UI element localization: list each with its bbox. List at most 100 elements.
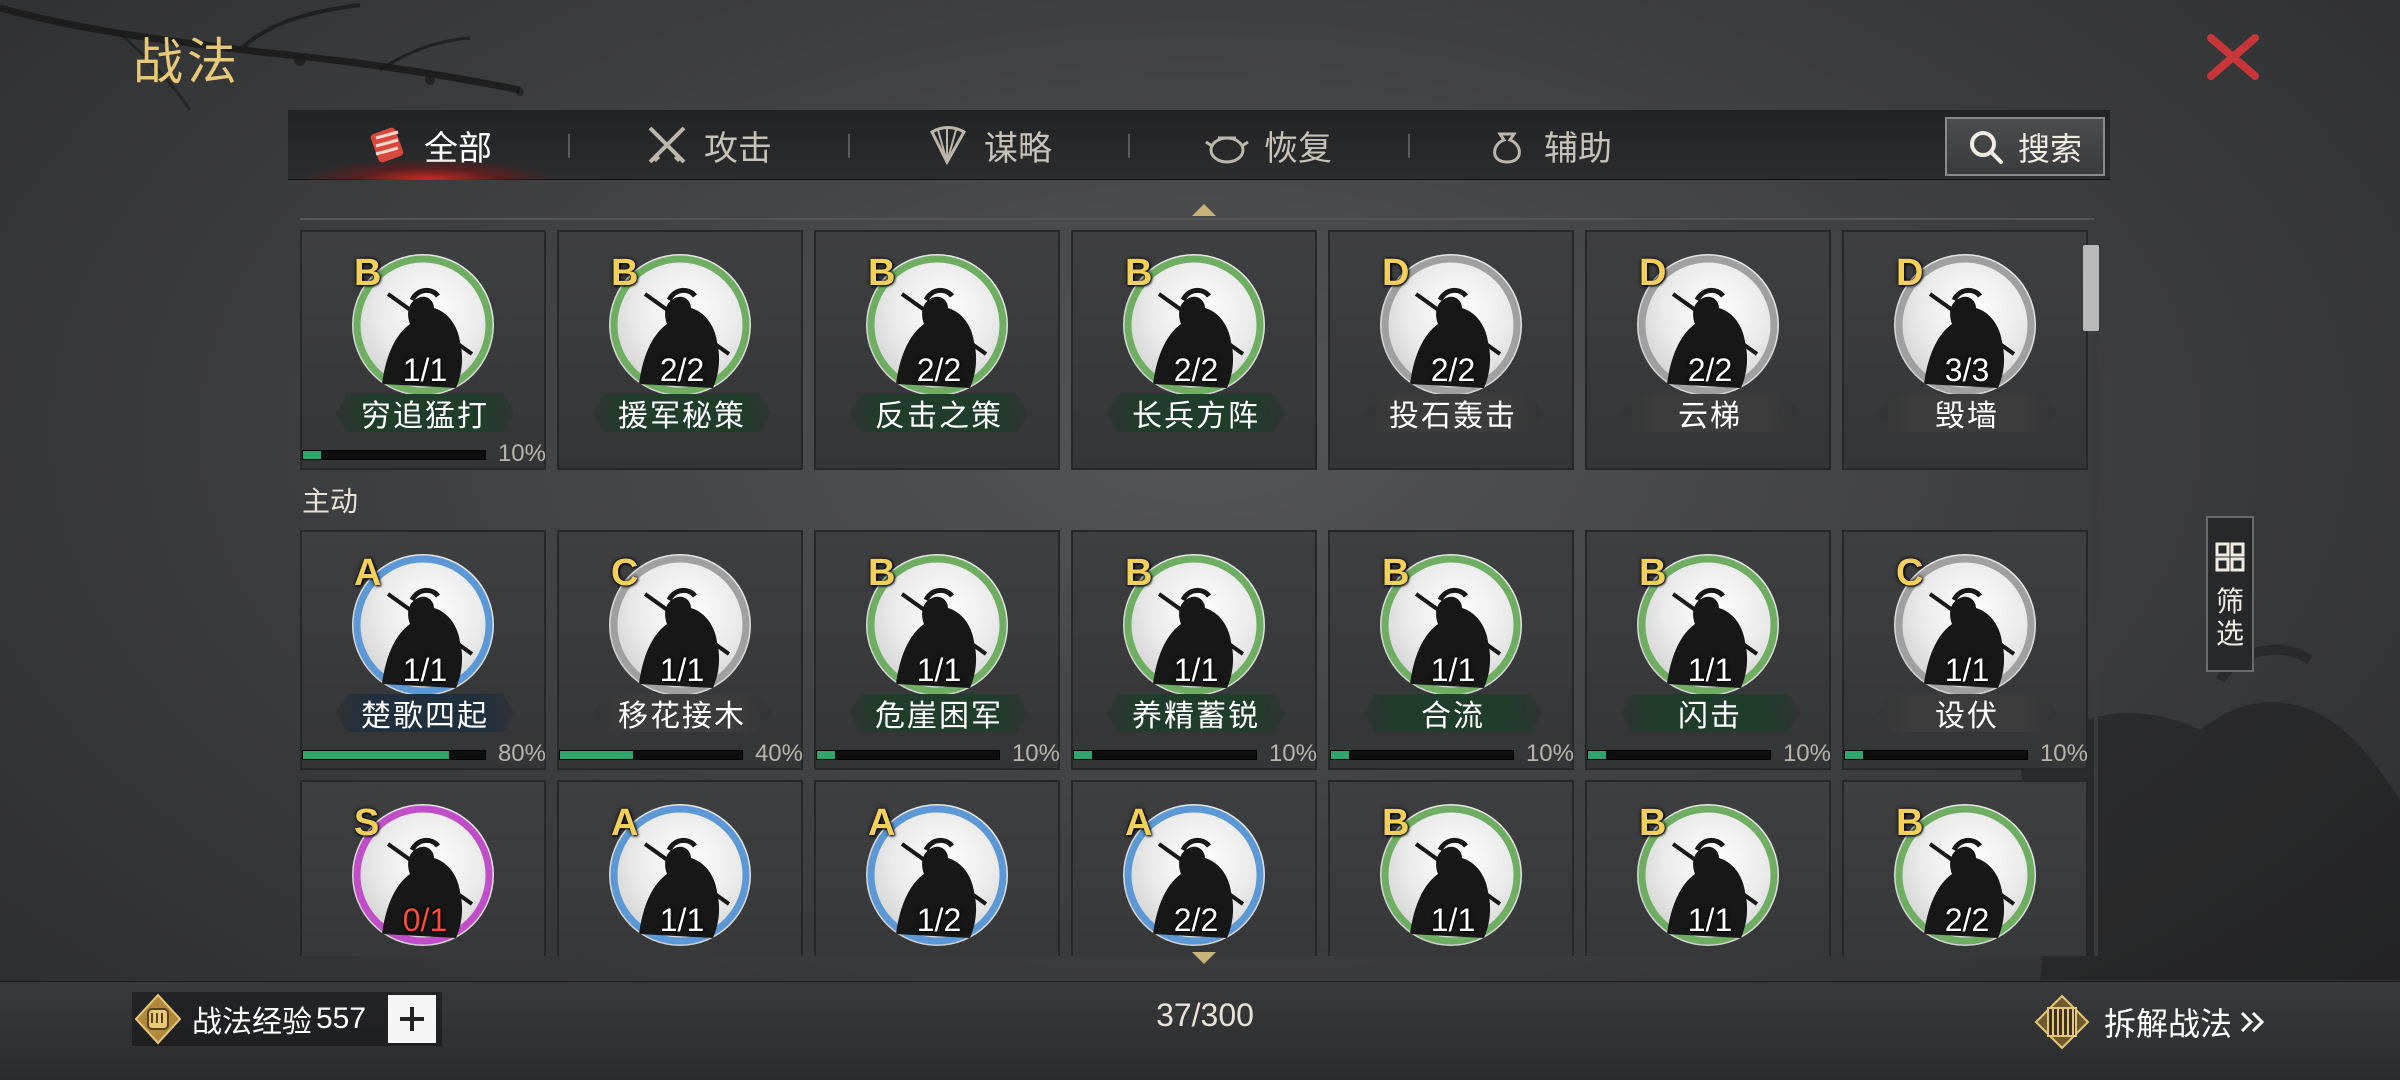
tab-recovery[interactable]: 恢复 xyxy=(1128,110,1408,180)
skill-progress-fill xyxy=(1074,751,1093,759)
skill-grade: B xyxy=(1639,552,1667,594)
skill-grade: B xyxy=(611,252,639,294)
skill-name: 反击之策 xyxy=(850,394,1028,432)
skill-card[interactable]: B 2/2 xyxy=(1842,780,2088,956)
grid-filter-icon xyxy=(2215,542,2245,572)
pouch-icon xyxy=(1493,132,1521,164)
skill-count: 3/3 xyxy=(1944,352,1990,388)
skill-card[interactable]: B 2/2 反击之策 xyxy=(814,230,1060,470)
skill-progress-bar xyxy=(302,450,486,460)
skill-progress-bar xyxy=(816,750,1000,760)
skill-grade: B xyxy=(1382,552,1410,594)
skill-grade: A xyxy=(611,802,639,844)
skill-card[interactable]: A 2/2 xyxy=(1071,780,1317,956)
skill-card[interactable]: C 1/1 移花接木 40% xyxy=(557,530,803,770)
skill-grade: D xyxy=(1639,252,1667,294)
skill-count: 2/2 xyxy=(659,352,705,388)
skill-name: 长兵方阵 xyxy=(1107,394,1285,432)
search-button[interactable]: 搜索 xyxy=(1945,117,2105,176)
skill-card[interactable]: B 2/2 援军秘策 xyxy=(557,230,803,470)
skill-name: 穷追猛打 xyxy=(336,394,514,432)
skill-name: 援军秘策 xyxy=(593,394,771,432)
skill-progress-percent: 80% xyxy=(497,740,546,767)
skill-progress-bar xyxy=(302,750,486,760)
skill-progress-bar xyxy=(1330,750,1514,760)
add-exp-button[interactable] xyxy=(388,995,437,1043)
exp-label: 战法经验 xyxy=(192,1005,312,1040)
tab-all[interactable]: 全部 xyxy=(288,110,568,180)
crossed-swords-icon xyxy=(648,126,686,164)
skill-card[interactable]: B 1/1 xyxy=(1328,780,1574,956)
close-button[interactable] xyxy=(2200,28,2266,86)
skill-card[interactable]: A 1/1 楚歌四起 80% xyxy=(300,530,546,770)
skill-card[interactable]: B 1/1 合流 10% xyxy=(1328,530,1574,770)
skill-progress-fill xyxy=(1331,751,1350,759)
skill-grade: C xyxy=(611,552,639,594)
skill-card[interactable]: B 2/2 长兵方阵 xyxy=(1071,230,1317,470)
tab-attack[interactable]: 攻击 xyxy=(568,110,848,180)
category-tab-bar: 全部 攻击 谋略 恢复 辅助 xyxy=(288,110,2110,180)
skill-grade: C xyxy=(1896,552,1924,594)
skill-count: 1/1 xyxy=(659,902,705,938)
skill-capacity-count: 37/300 xyxy=(1156,997,1254,1033)
skill-name: 毁墙 xyxy=(1878,394,2056,432)
tab-label: 攻击 xyxy=(704,128,772,169)
skill-count: 1/1 xyxy=(402,652,448,688)
skill-card[interactable]: C 1/1 设伏 10% xyxy=(1842,530,2088,770)
skill-count: 1/1 xyxy=(1687,652,1733,688)
skill-count: 1/1 xyxy=(402,352,448,388)
skill-card[interactable]: A 1/1 xyxy=(557,780,803,956)
tab-support[interactable]: 辅助 xyxy=(1408,110,1688,180)
decompose-skill-button[interactable]: 拆解战法 xyxy=(2034,992,2268,1052)
skill-count: 2/2 xyxy=(1173,352,1219,388)
skill-card[interactable]: B 1/1 穷追猛打 10% xyxy=(300,230,546,470)
skill-count: 2/2 xyxy=(1687,352,1733,388)
skill-grade: A xyxy=(354,552,382,594)
close-x-icon xyxy=(2207,34,2259,80)
skill-card[interactable]: D 3/3 毁墙 xyxy=(1842,230,2088,470)
tab-label: 谋略 xyxy=(984,128,1052,169)
skill-count: 1/1 xyxy=(1430,902,1476,938)
tab-strategy[interactable]: 谋略 xyxy=(848,110,1128,180)
skill-progress-bar xyxy=(1844,750,2028,760)
skill-grade: A xyxy=(1125,802,1153,844)
skill-name: 云梯 xyxy=(1621,394,1799,432)
skill-card[interactable]: A 1/2 xyxy=(814,780,1060,956)
skill-grade: B xyxy=(1896,802,1924,844)
skill-grade: B xyxy=(354,252,382,294)
skill-card[interactable]: B 1/1 闪击 10% xyxy=(1585,530,1831,770)
skill-card[interactable]: B 1/1 危崖困军 10% xyxy=(814,530,1060,770)
skill-grade: S xyxy=(354,802,380,844)
scroll-down-arrow-icon[interactable] xyxy=(1192,952,1216,964)
skill-progress-percent: 10% xyxy=(497,440,546,467)
skill-count: 1/1 xyxy=(1173,652,1219,688)
skill-progress-percent: 10% xyxy=(1525,740,1574,767)
skill-count: 1/1 xyxy=(1944,652,1990,688)
section-label-active: 主动 xyxy=(302,485,359,518)
skill-grade: A xyxy=(868,802,896,844)
skill-name: 闪击 xyxy=(1621,694,1799,732)
skill-count: 1/1 xyxy=(1430,652,1476,688)
skill-grade: B xyxy=(868,552,896,594)
skill-card[interactable]: B 1/1 养精蓄锐 10% xyxy=(1071,530,1317,770)
skill-name: 移花接木 xyxy=(593,694,771,732)
skill-exp-panel: 战法经验 557 xyxy=(132,992,443,1046)
skill-card[interactable]: B 1/1 xyxy=(1585,780,1831,956)
skill-card[interactable]: S 0/1 xyxy=(300,780,546,956)
decompose-label: 拆解战法 xyxy=(2104,1005,2233,1043)
skill-progress-bar xyxy=(559,750,743,760)
skill-grade: B xyxy=(1639,802,1667,844)
skill-grade: B xyxy=(1125,552,1153,594)
skill-card[interactable]: D 2/2 投石轰击 xyxy=(1328,230,1574,470)
search-label: 搜索 xyxy=(2017,129,2082,168)
scroll-up-arrow-icon[interactable] xyxy=(1192,204,1216,216)
scrollbar-thumb[interactable] xyxy=(2083,245,2099,331)
skill-progress-percent: 10% xyxy=(1011,740,1060,767)
scroll-bundle-icon xyxy=(370,127,404,163)
skill-grade: B xyxy=(1382,802,1410,844)
skill-card[interactable]: D 2/2 云梯 xyxy=(1585,230,1831,470)
skill-progress-fill xyxy=(1845,751,1864,759)
skill-progress-percent: 10% xyxy=(1782,740,1831,767)
skill-count: 0/1 xyxy=(402,902,448,938)
filter-button[interactable]: 筛选 xyxy=(2206,516,2254,672)
